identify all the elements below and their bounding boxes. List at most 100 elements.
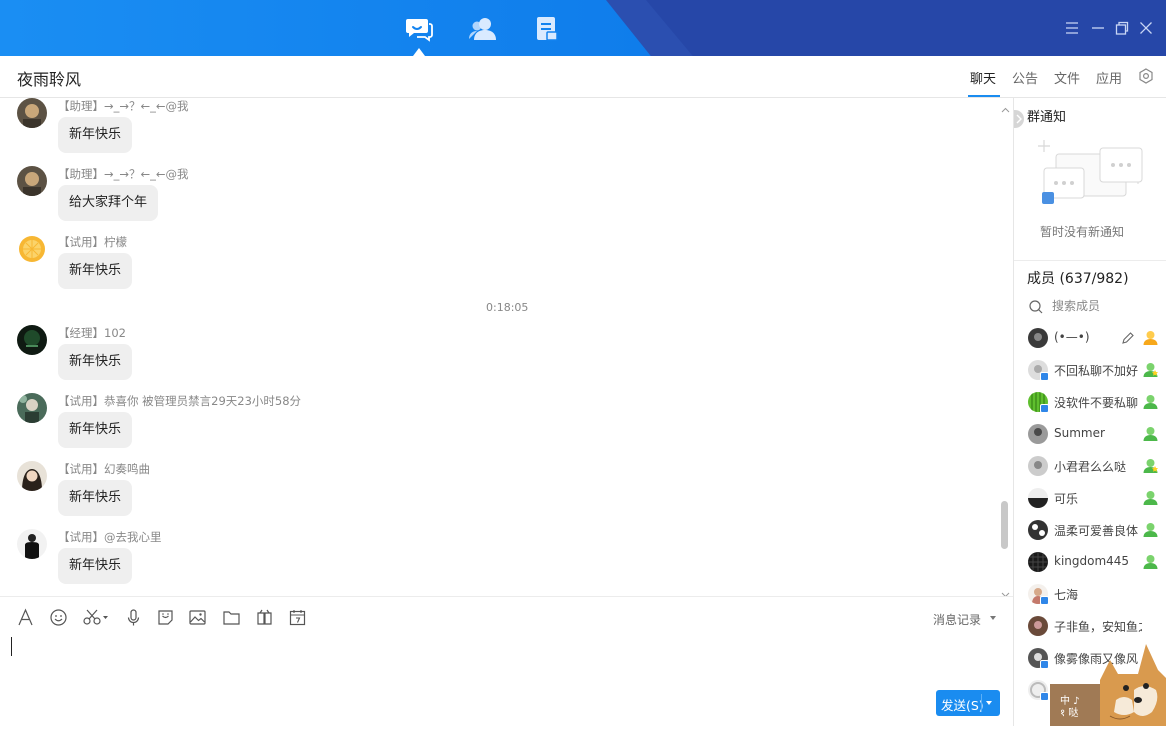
- avatar[interactable]: [17, 529, 47, 559]
- member-search-input[interactable]: [1052, 297, 1152, 315]
- gift-icon[interactable]: [255, 608, 274, 627]
- sticker-text: 中 ♪ १ 哒: [1060, 696, 1080, 719]
- message-bubble[interactable]: 新年快乐: [58, 344, 133, 380]
- member-name: 温柔可爱善良体: [1054, 524, 1139, 538]
- avatar[interactable]: [17, 98, 47, 128]
- send-button-label: 发送(S): [941, 698, 984, 713]
- close-icon[interactable]: [1138, 20, 1154, 36]
- image-icon[interactable]: [188, 608, 207, 627]
- message-history-button[interactable]: 消息记录: [933, 611, 981, 628]
- member-item[interactable]: 不回私聊不加好: [1014, 354, 1166, 386]
- mobile-status-badge: [1040, 372, 1049, 381]
- message-sender: 【试用】幻奏鸣曲: [58, 462, 150, 476]
- font-icon[interactable]: [16, 608, 35, 627]
- tab-chat[interactable]: 聊天: [970, 68, 996, 87]
- group-title: 夜雨聆风: [17, 70, 82, 89]
- member-role-icon: [1142, 425, 1159, 442]
- chevron-down-icon[interactable]: [990, 616, 996, 620]
- chevron-up-icon[interactable]: [1001, 100, 1010, 113]
- member-item[interactable]: kingdom445: [1014, 546, 1166, 578]
- mobile-status-badge: [1040, 404, 1049, 413]
- send-button-divider: [981, 694, 982, 712]
- member-name: 七海: [1054, 588, 1079, 602]
- member-role-icon: [1142, 489, 1159, 506]
- active-nav-indicator: [413, 48, 425, 56]
- member-item[interactable]: 七海: [1014, 578, 1166, 610]
- member-name: 没软件不要私聊: [1054, 396, 1139, 410]
- member-item[interactable]: 子非鱼，安知鱼之？: [1014, 610, 1166, 642]
- title-row: 夜雨聆风 聊天 公告 文件 应用: [0, 56, 1166, 98]
- screenshot-icon[interactable]: [82, 608, 110, 627]
- avatar: [1028, 328, 1048, 348]
- avatar[interactable]: [17, 234, 47, 264]
- member-name: kingdom445: [1054, 554, 1130, 568]
- menu-icon[interactable]: [1064, 20, 1080, 36]
- chat-icon[interactable]: [405, 16, 433, 42]
- member-role-icon: [1142, 393, 1159, 410]
- member-name: Summer: [1054, 426, 1105, 440]
- member-item[interactable]: 温柔可爱善良体: [1014, 514, 1166, 546]
- member-item[interactable]: 没软件不要私聊: [1014, 386, 1166, 418]
- calendar-icon[interactable]: [288, 608, 307, 627]
- empty-notice-illustration: [1034, 140, 1146, 210]
- files-icon[interactable]: [533, 16, 561, 42]
- chat-message-area[interactable]: 【助理】→_→？←_←@我 新年快乐 【助理】→_→？←_←@我 给大家拜个年 …: [0, 98, 1013, 596]
- send-options-chevron-icon[interactable]: [986, 701, 992, 705]
- admin-role-icon: [1142, 457, 1159, 474]
- message-input[interactable]: 发送(S): [0, 636, 1013, 726]
- contacts-icon[interactable]: [469, 16, 497, 42]
- tab-files[interactable]: 文件: [1054, 68, 1080, 87]
- edit-icon[interactable]: [1121, 330, 1135, 344]
- admin-role-icon: [1142, 361, 1159, 378]
- message-bubble[interactable]: 新年快乐: [58, 253, 133, 289]
- avatar[interactable]: [17, 325, 47, 355]
- tab-announcement[interactable]: 公告: [1012, 68, 1038, 87]
- settings-icon[interactable]: [1138, 68, 1154, 84]
- member-name: 小君君么么哒: [1054, 460, 1127, 474]
- mobile-status-badge: [1040, 596, 1049, 605]
- mobile-status-badge: [1040, 692, 1049, 701]
- message-sender: 【经理】102: [58, 326, 126, 340]
- avatar[interactable]: [17, 461, 47, 491]
- avatar: [1028, 520, 1048, 540]
- emoji-icon[interactable]: [49, 608, 68, 627]
- member-item[interactable]: (•—•): [1014, 322, 1166, 354]
- member-item[interactable]: 小君君么么哒: [1014, 450, 1166, 482]
- message-bubble[interactable]: 给大家拜个年: [58, 185, 159, 221]
- member-role-icon: [1142, 553, 1159, 570]
- message-sender: 【试用】恭喜你 被管理员禁言29天23小时58分: [58, 394, 302, 408]
- message-bubble[interactable]: 新年快乐: [58, 548, 133, 584]
- folder-icon[interactable]: [222, 608, 241, 627]
- send-button[interactable]: 发送(S): [936, 690, 1000, 716]
- avatar: [1028, 488, 1048, 508]
- top-nav-bar: [0, 0, 1166, 56]
- message-bubble[interactable]: 新年快乐: [58, 117, 133, 153]
- message-sender: 【助理】→_→？←_←@我: [58, 99, 189, 113]
- panel-collapse-handle[interactable]: [1014, 110, 1024, 128]
- empty-notice-text: 暂时没有新通知: [1040, 225, 1125, 239]
- owner-role-icon: [1142, 329, 1159, 346]
- group-notice-title: 群通知: [1027, 110, 1067, 125]
- tab-apps[interactable]: 应用: [1096, 68, 1122, 87]
- voice-icon[interactable]: [124, 608, 143, 627]
- avatar: [1028, 552, 1048, 572]
- sticker-icon[interactable]: [156, 608, 175, 627]
- message-bubble[interactable]: 新年快乐: [58, 412, 133, 448]
- member-name: 可乐: [1054, 492, 1079, 506]
- message-bubble[interactable]: 新年快乐: [58, 480, 133, 516]
- message-sender: 【试用】柠檬: [58, 235, 127, 249]
- member-role-icon: [1142, 521, 1159, 538]
- member-item[interactable]: Summer: [1014, 418, 1166, 450]
- chevron-down-icon[interactable]: [1001, 584, 1010, 596]
- members-title: 成员 (637/982): [1027, 271, 1129, 287]
- member-item[interactable]: 可乐: [1014, 482, 1166, 514]
- panel-divider: [1014, 260, 1166, 261]
- avatar[interactable]: [17, 393, 47, 423]
- avatar[interactable]: [17, 166, 47, 196]
- avatar: [1028, 456, 1048, 476]
- minimize-icon[interactable]: [1090, 20, 1106, 36]
- chat-scrollbar[interactable]: [1001, 501, 1008, 549]
- message-sender: 【试用】@去我心里: [58, 530, 162, 544]
- member-name: 子非鱼，安知鱼之？: [1054, 620, 1142, 634]
- maximize-icon[interactable]: [1114, 20, 1130, 36]
